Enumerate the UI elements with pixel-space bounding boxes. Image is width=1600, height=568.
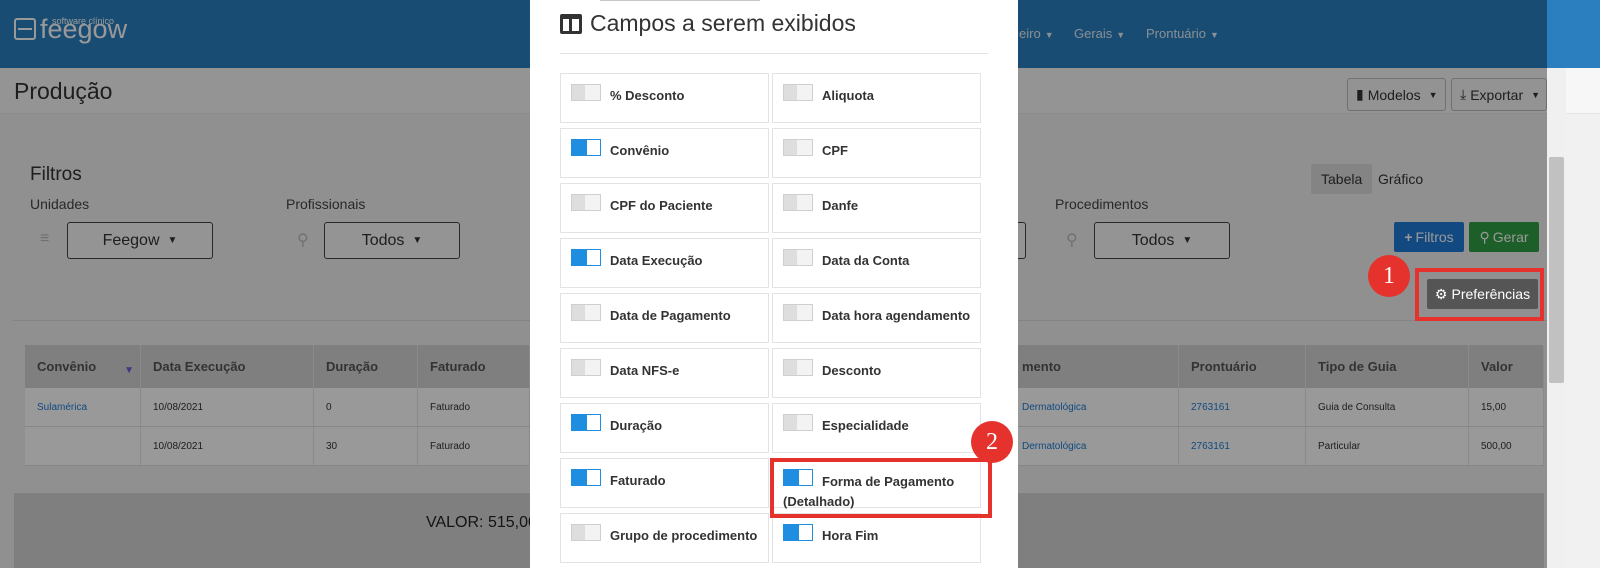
- field-option-label: Faturado: [610, 473, 666, 488]
- toggle-switch[interactable]: [571, 139, 601, 156]
- field-option[interactable]: Convênio: [560, 128, 769, 178]
- toggle-knob: [587, 470, 600, 485]
- modal-divider: [560, 53, 988, 54]
- field-option-label: CPF: [822, 143, 848, 158]
- field-option[interactable]: Faturado: [560, 458, 769, 508]
- field-option-label: Data Execução: [610, 253, 703, 268]
- toggle-knob: [587, 250, 600, 265]
- field-option[interactable]: CPF: [772, 128, 981, 178]
- field-option-label: CPF do Paciente: [610, 198, 713, 213]
- toggle-knob: [572, 360, 585, 375]
- field-option-label: Hora Fim: [822, 528, 879, 543]
- field-option-label: Data hora agendamento: [822, 308, 971, 323]
- modal-top-line: [600, 0, 760, 1]
- toggle-switch[interactable]: [571, 304, 601, 321]
- field-option[interactable]: Hora Fim: [772, 513, 981, 563]
- field-option-label: Aliquota: [822, 88, 874, 103]
- toggle-knob: [784, 195, 797, 210]
- toggle-knob: [572, 85, 585, 100]
- field-option[interactable]: Data da Conta: [772, 238, 981, 288]
- toggle-knob: [784, 305, 797, 320]
- field-option[interactable]: Grupo de procedimento: [560, 513, 769, 563]
- highlight-box-preferencias: [1415, 268, 1544, 321]
- field-option[interactable]: CPF do Paciente: [560, 183, 769, 233]
- toggle-knob: [784, 250, 797, 265]
- toggle-switch[interactable]: [783, 304, 813, 321]
- toggle-knob: [587, 140, 600, 155]
- toggle-switch[interactable]: [571, 249, 601, 266]
- toggle-switch[interactable]: [571, 414, 601, 431]
- toggle-knob: [572, 305, 585, 320]
- toggle-switch[interactable]: [783, 414, 813, 431]
- toggle-switch[interactable]: [783, 524, 813, 541]
- toggle-knob: [784, 85, 797, 100]
- scrollbar-thumb[interactable]: [1549, 157, 1564, 383]
- field-option-label: Data NFS-e: [610, 363, 680, 378]
- field-option[interactable]: Data de Pagamento: [560, 293, 769, 343]
- field-option-label: Data de Pagamento: [610, 308, 731, 323]
- modal-title: Campos a serem exibidos: [560, 10, 856, 37]
- toggle-switch[interactable]: [571, 469, 601, 486]
- toggle-switch[interactable]: [571, 359, 601, 376]
- field-option-label: Desconto: [822, 363, 882, 378]
- field-option[interactable]: Desconto: [772, 348, 981, 398]
- field-option-label: Grupo de procedimento: [610, 528, 758, 543]
- toggle-knob: [784, 360, 797, 375]
- field-option[interactable]: Data NFS-e: [560, 348, 769, 398]
- field-option-label: Convênio: [610, 143, 670, 158]
- highlight-box-forma-pagamento: [770, 458, 992, 518]
- toggle-switch[interactable]: [571, 194, 601, 211]
- toggle-knob: [572, 525, 585, 540]
- toggle-switch[interactable]: [783, 359, 813, 376]
- field-option[interactable]: Data hora agendamento: [772, 293, 981, 343]
- toggle-knob: [587, 415, 600, 430]
- field-option-label: Duração: [610, 418, 663, 433]
- toggle-knob: [799, 525, 812, 540]
- field-option[interactable]: Duração: [560, 403, 769, 453]
- field-option-label: Data da Conta: [822, 253, 910, 268]
- field-option[interactable]: Data Execução: [560, 238, 769, 288]
- field-option[interactable]: % Desconto: [560, 73, 769, 123]
- toggle-knob: [572, 195, 585, 210]
- toggle-switch[interactable]: [783, 84, 813, 101]
- field-option[interactable]: Aliquota: [772, 73, 981, 123]
- field-option-label: Especialidade: [822, 418, 909, 433]
- toggle-switch[interactable]: [783, 249, 813, 266]
- field-option-label: % Desconto: [610, 88, 685, 103]
- toggle-switch[interactable]: [571, 84, 601, 101]
- field-option[interactable]: Especialidade: [772, 403, 981, 453]
- columns-icon: [560, 13, 582, 34]
- step-badge-1: 1: [1368, 255, 1410, 297]
- field-option[interactable]: Danfe: [772, 183, 981, 233]
- toggle-switch[interactable]: [571, 524, 601, 541]
- toggle-switch[interactable]: [783, 194, 813, 211]
- field-option-label: Danfe: [822, 198, 859, 213]
- toggle-knob: [784, 415, 797, 430]
- step-badge-2: 2: [971, 421, 1013, 463]
- toggle-switch[interactable]: [783, 139, 813, 156]
- toggle-knob: [784, 140, 797, 155]
